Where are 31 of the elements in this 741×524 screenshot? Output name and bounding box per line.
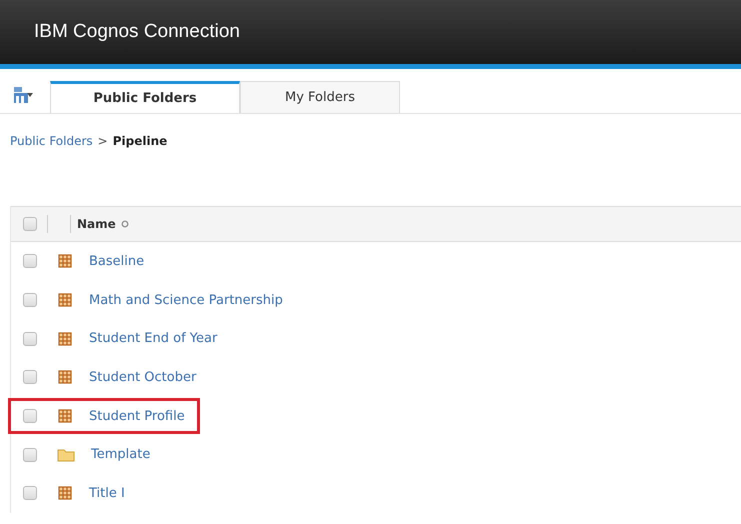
breadcrumb-separator: > <box>98 134 108 148</box>
cube-icon <box>57 330 73 347</box>
item-link[interactable]: Template <box>91 447 150 462</box>
app-title: IBM Cognos Connection <box>34 21 240 43</box>
item-link[interactable]: Student End of Year <box>89 331 218 346</box>
cube-icon <box>57 485 73 502</box>
column-header[interactable]: Name <box>77 217 116 231</box>
folder-icon <box>57 446 75 463</box>
breadcrumb-current: Pipeline <box>112 134 168 148</box>
row-checkbox[interactable] <box>23 370 37 384</box>
breadcrumb-link[interactable]: Public Folders <box>10 134 93 148</box>
item-link[interactable]: Student Profile <box>89 408 185 424</box>
row-checkbox[interactable] <box>23 486 37 500</box>
row-checkbox[interactable] <box>23 409 37 424</box>
folder-tab[interactable]: My Folders <box>240 81 400 113</box>
item-link[interactable]: Title I <box>89 486 125 501</box>
cube-icon <box>57 369 73 386</box>
row-checkbox[interactable] <box>23 254 37 268</box>
folder-tab[interactable]: Public Folders <box>50 81 240 113</box>
cube-icon <box>57 408 73 424</box>
item-link[interactable]: Baseline <box>89 254 144 269</box>
folder-tree-icon[interactable] <box>12 85 34 105</box>
row-checkbox[interactable] <box>23 332 37 346</box>
item-link[interactable]: Student October <box>89 370 196 385</box>
row-checkbox[interactable] <box>23 293 37 308</box>
row-checkbox[interactable] <box>23 448 37 462</box>
sort-icon[interactable] <box>120 220 129 228</box>
cube-icon <box>57 253 73 270</box>
select-all-checkbox[interactable] <box>23 217 37 231</box>
item-link[interactable]: Math and Science Partnership <box>89 292 283 308</box>
cube-icon <box>57 292 73 308</box>
